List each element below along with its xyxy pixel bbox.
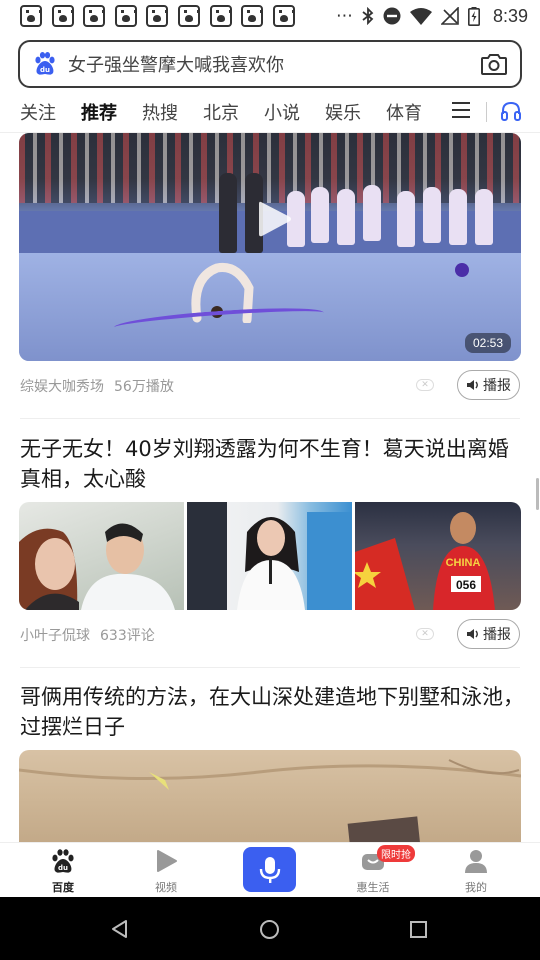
search-bar[interactable]: du 女子强坐警摩大喊我喜欢你: [18, 40, 522, 88]
video-thumbnail[interactable]: 02:53: [19, 133, 521, 361]
athlete-figure: [449, 189, 467, 245]
headphone-icon[interactable]: [500, 100, 522, 122]
nav-huishenghuo-label: 惠生活: [356, 881, 390, 894]
news-feed[interactable]: 02:53 综娱大咖秀场 56万播放 ✕ 播报 无子无女！40岁刘翔透露为何不生…: [0, 133, 540, 842]
bobao-label: 播报: [483, 627, 511, 643]
nav-mine[interactable]: 我的: [436, 848, 516, 895]
recents-icon[interactable]: [409, 920, 428, 939]
play-icon[interactable]: [257, 199, 293, 239]
scroll-indicator[interactable]: [536, 478, 539, 510]
article-title[interactable]: 哥俩用传统的方法，在大山深处建造地下别墅和泳池，过摆烂日子: [20, 682, 525, 742]
nav-mine-label: 我的: [465, 881, 487, 894]
no-signal-icon: [440, 7, 459, 25]
speaker-icon: [467, 380, 478, 390]
video-source[interactable]: 综娱大咖秀场: [20, 376, 104, 396]
article-image-speaker[interactable]: [187, 502, 352, 610]
article-title[interactable]: 无子无女！40岁刘翔透露为何不生育！葛天说出离婚真相，太心酸: [20, 434, 525, 494]
athlete-figure: [423, 187, 441, 243]
nav-video-label: 视频: [155, 881, 177, 894]
jersey-text: CHINA: [446, 557, 481, 569]
nav-baidu-label: 百度: [52, 881, 74, 894]
baidu-logo-icon: du: [35, 52, 55, 75]
feed-divider: [20, 667, 520, 668]
search-input[interactable]: 女子强坐警摩大喊我喜欢你: [68, 51, 480, 77]
article-image-athlete[interactable]: CHINA 056: [355, 502, 521, 610]
video-play-icon: [157, 850, 177, 872]
athlete-figure: [337, 189, 355, 245]
bottom-nav: du 百度 视频 惠生活 限时抢 我的: [0, 842, 540, 897]
svg-text:du: du: [58, 864, 68, 872]
baidu-notification-icon: [146, 5, 169, 27]
video-duration: 02:53: [464, 333, 511, 353]
svg-text:du: du: [40, 66, 50, 74]
video-crowd-scene: [19, 133, 521, 203]
video-floor: [19, 253, 521, 361]
baidu-notification-icon: [51, 5, 74, 27]
promo-badge: 限时抢: [377, 845, 415, 862]
clock: 8:39: [492, 5, 528, 26]
video-meta: 综娱大咖秀场 56万播放: [20, 376, 174, 396]
bib-number: 056: [456, 578, 476, 592]
baidu-notification-icon: [177, 5, 200, 27]
tab-divider: [486, 102, 487, 122]
dislike-icon[interactable]: ✕: [416, 379, 434, 391]
tab-tuijian[interactable]: 推荐: [81, 99, 117, 125]
microphone-icon: [259, 856, 280, 883]
ball-prop: [455, 263, 469, 277]
baidu-notification-icon: [83, 5, 106, 27]
nav-video[interactable]: 视频: [126, 848, 206, 895]
nav-baidu[interactable]: du 百度: [23, 848, 103, 895]
tab-yule[interactable]: 娱乐: [325, 99, 361, 125]
more-notifications-icon: ⋯: [335, 6, 353, 26]
baidu-notification-icon: [272, 5, 295, 27]
article-image-ground[interactable]: [18, 750, 522, 842]
home-icon[interactable]: [259, 919, 280, 940]
baidu-paw-icon: du: [52, 849, 74, 873]
battery-icon: [467, 6, 480, 26]
speaker-photo: [187, 502, 352, 610]
article-source[interactable]: 小叶子侃球: [20, 625, 90, 645]
tab-beijing[interactable]: 北京: [203, 99, 239, 125]
bobao-label: 播报: [483, 378, 511, 394]
tab-resou[interactable]: 热搜: [142, 99, 178, 125]
wifi-icon: [409, 7, 432, 25]
dirt-photo: [18, 759, 522, 842]
channel-menu-icon[interactable]: [452, 102, 470, 118]
athlete-figure: [363, 185, 381, 241]
do-not-disturb-icon: [383, 7, 401, 25]
couple-photo: [19, 523, 175, 610]
dislike-icon[interactable]: ✕: [416, 628, 434, 640]
voice-search-button[interactable]: [243, 847, 296, 892]
bobao-button[interactable]: 播报: [457, 370, 520, 400]
tab-tiyu[interactable]: 体育: [386, 99, 422, 125]
athlete-figure: [475, 189, 493, 245]
video-plays: 56万播放: [114, 379, 174, 395]
tab-guanzhu[interactable]: 关注: [20, 99, 56, 125]
bluetooth-icon: [362, 7, 374, 25]
article-image-couple[interactable]: [19, 502, 184, 610]
bobao-button[interactable]: 播报: [457, 619, 520, 649]
baidu-notification-icon: [209, 5, 232, 27]
feed-divider: [20, 418, 520, 419]
athlete-figure: [397, 191, 415, 247]
baidu-notification-icon: [114, 5, 137, 27]
speaker-icon: [467, 629, 478, 639]
tab-xiaoshuo[interactable]: 小说: [264, 99, 300, 125]
athlete-photo: CHINA 056: [355, 512, 495, 610]
article-comments[interactable]: 633评论: [100, 625, 155, 645]
channel-tabs: 关注 推荐 热搜 北京 小说 娱乐 体育: [0, 92, 540, 132]
status-bar: ⋯ 8:39: [0, 0, 540, 32]
back-icon[interactable]: [110, 919, 130, 939]
baidu-notification-icon: [241, 5, 264, 27]
system-nav-bar: [0, 897, 540, 960]
article-meta: 小叶子侃球 633评论: [20, 625, 155, 645]
baidu-notification-icon: [20, 5, 42, 27]
camera-icon[interactable]: [480, 52, 508, 76]
athlete-figure: [311, 187, 329, 243]
profile-icon: [465, 850, 487, 873]
